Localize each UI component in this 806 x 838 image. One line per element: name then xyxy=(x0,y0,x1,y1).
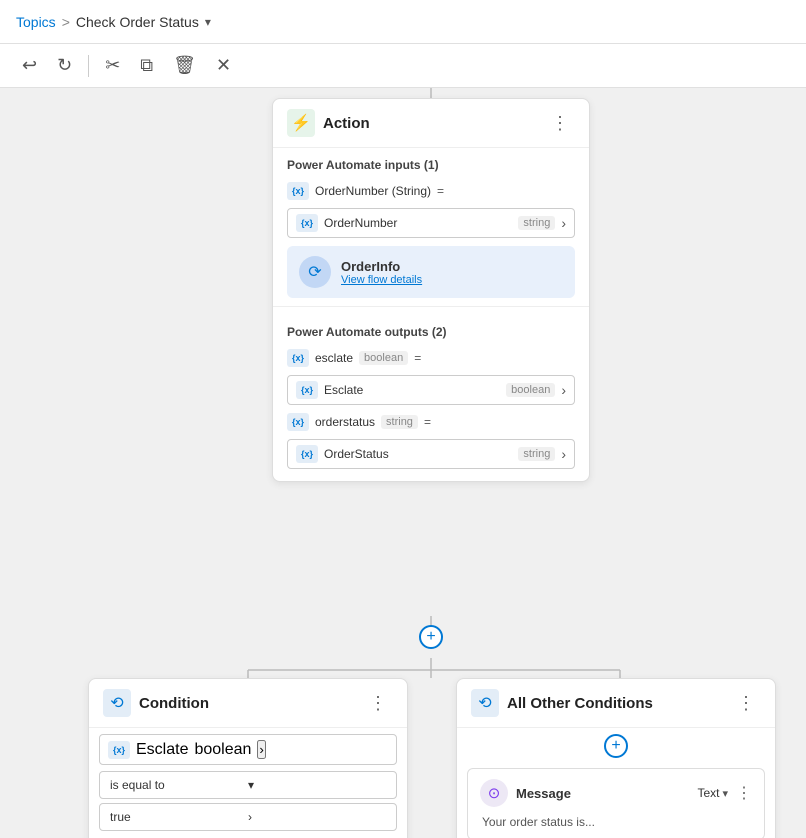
output-field1-type: boolean xyxy=(506,383,555,397)
condition-field-icon: {x} xyxy=(108,741,130,759)
condition-operator-chevron-icon: ▾ xyxy=(248,778,386,792)
other-card-add-button[interactable]: + xyxy=(604,734,628,758)
condition-menu-button[interactable]: ⋮ xyxy=(363,691,393,716)
condition-field-type: boolean xyxy=(194,741,251,759)
input-var-name: OrderNumber (String) xyxy=(315,184,431,198)
canvas: ⚡ Action ⋮ Power Automate inputs (1) {x}… xyxy=(0,88,806,838)
breadcrumb-current: Check Order Status xyxy=(76,14,199,30)
action-icon: ⚡ xyxy=(287,109,315,137)
action-card-header: ⚡ Action ⋮ xyxy=(273,99,589,148)
output-field2-icon: {x} xyxy=(296,445,318,463)
message-menu-button[interactable]: ⋮ xyxy=(736,783,752,803)
output-var2-type: string xyxy=(381,415,418,429)
toolbar-separator xyxy=(88,55,89,77)
toolbar: ↩ ↻ ✂ ⧉ 🗑 ✕ xyxy=(0,44,806,88)
condition-field-row[interactable]: {x} Esclate boolean › xyxy=(99,734,397,765)
output-field1-row[interactable]: {x} Esclate boolean › xyxy=(287,375,575,405)
redo-button[interactable]: ↻ xyxy=(49,50,80,81)
condition-icon: ⟲ xyxy=(103,689,131,717)
other-card-icon: ⟲ xyxy=(471,689,499,717)
input-field-row[interactable]: {x} OrderNumber string › xyxy=(287,208,575,238)
flow-name: OrderInfo xyxy=(341,259,422,274)
cut-button[interactable]: ✂ xyxy=(97,50,128,81)
other-card-menu-button[interactable]: ⋮ xyxy=(731,691,761,716)
condition-value-row[interactable]: true › xyxy=(99,803,397,831)
message-card-header: ⊙ Message Text ▾ ⋮ xyxy=(480,779,752,807)
copy-button[interactable]: ⧉ xyxy=(132,50,161,81)
other-card-title: All Other Conditions xyxy=(507,695,723,712)
section-divider xyxy=(273,306,589,307)
input-field-icon: {x} xyxy=(296,214,318,232)
output-field2-name: OrderStatus xyxy=(324,447,512,461)
message-type-chevron-icon: ▾ xyxy=(722,787,728,800)
output-var1-eq: = xyxy=(414,351,421,365)
condition-card-header: ⟲ Condition ⋮ xyxy=(89,679,407,728)
output-var2-row: {x} orderstatus string = xyxy=(273,409,589,435)
action-card-title: Action xyxy=(323,115,537,132)
flow-info: OrderInfo View flow details xyxy=(341,259,422,286)
flow-ref-row: ⟳ OrderInfo View flow details xyxy=(287,246,575,298)
topbar: Topics > Check Order Status ▾ xyxy=(0,0,806,44)
condition-card-title: Condition xyxy=(139,695,355,712)
action-menu-button[interactable]: ⋮ xyxy=(545,111,575,136)
breadcrumb-separator: > xyxy=(62,14,70,30)
input-field-type: string xyxy=(518,216,555,230)
condition-value-chevron-icon: › xyxy=(248,810,386,824)
message-body: Your order status is... xyxy=(480,815,752,829)
delete-button-1[interactable]: 🗑 xyxy=(165,50,204,81)
outputs-section-title: Power Automate outputs (2) xyxy=(273,315,589,345)
output-field2-row[interactable]: {x} OrderStatus string › xyxy=(287,439,575,469)
condition-operator-dropdown[interactable]: is equal to ▾ xyxy=(99,771,397,799)
condition-value: true xyxy=(110,810,248,824)
condition-operator-label: is equal to xyxy=(110,778,248,792)
condition-field-chevron-icon[interactable]: › xyxy=(257,740,265,759)
output-var1-row: {x} esclate boolean = xyxy=(273,345,589,371)
output-var1-type: boolean xyxy=(359,351,408,365)
undo-button[interactable]: ↩ xyxy=(14,50,45,81)
message-type-label: Text xyxy=(697,786,719,800)
other-card-header: ⟲ All Other Conditions ⋮ xyxy=(457,679,775,728)
input-field-chevron-icon[interactable]: › xyxy=(561,215,566,231)
message-type-dropdown[interactable]: Text ▾ xyxy=(697,786,728,800)
breadcrumb-topics-link[interactable]: Topics xyxy=(16,14,56,30)
delete-button-2[interactable]: ✕ xyxy=(208,50,239,81)
output-var2-icon: {x} xyxy=(287,413,309,431)
input-var-eq: = xyxy=(437,184,444,198)
condition-card: ⟲ Condition ⋮ {x} Esclate boolean › is e… xyxy=(88,678,408,838)
add-node-button[interactable]: + xyxy=(419,625,443,649)
output-field1-name: Esclate xyxy=(324,383,500,397)
message-card: ⊙ Message Text ▾ ⋮ Your order status is.… xyxy=(467,768,765,838)
output-var1-name: esclate xyxy=(315,351,353,365)
view-flow-details-link[interactable]: View flow details xyxy=(341,274,422,286)
inputs-section-title: Power Automate inputs (1) xyxy=(273,148,589,178)
message-title: Message xyxy=(516,786,689,801)
output-field1-chevron-icon[interactable]: › xyxy=(561,382,566,398)
input-var-icon: {x} xyxy=(287,182,309,200)
condition-field-name: Esclate xyxy=(136,741,188,759)
message-icon: ⊙ xyxy=(480,779,508,807)
output-field2-chevron-icon[interactable]: › xyxy=(561,446,566,462)
output-var2-name: orderstatus xyxy=(315,415,375,429)
breadcrumb: Topics > Check Order Status ▾ xyxy=(16,14,211,30)
other-conditions-card: ⟲ All Other Conditions ⋮ + ⊙ Message Tex… xyxy=(456,678,776,838)
input-field-name: OrderNumber xyxy=(324,216,512,230)
output-field1-icon: {x} xyxy=(296,381,318,399)
output-var1-icon: {x} xyxy=(287,349,309,367)
action-card: ⚡ Action ⋮ Power Automate inputs (1) {x}… xyxy=(272,98,590,482)
flow-icon: ⟳ xyxy=(299,256,331,288)
output-var2-eq: = xyxy=(424,415,431,429)
output-field2-type: string xyxy=(518,447,555,461)
breadcrumb-chevron-icon[interactable]: ▾ xyxy=(205,15,211,29)
input-var-row: {x} OrderNumber (String) = xyxy=(273,178,589,204)
